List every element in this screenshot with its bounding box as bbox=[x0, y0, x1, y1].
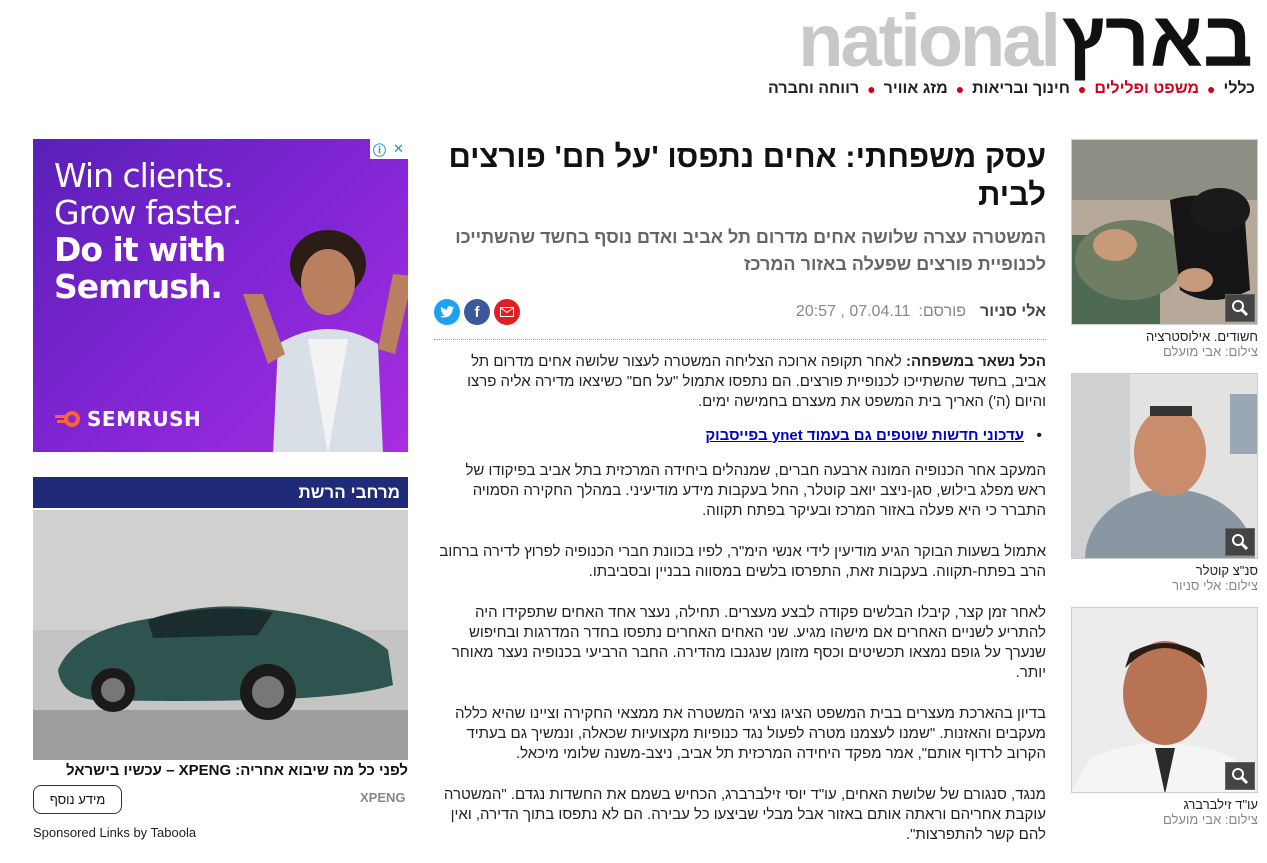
zoom-button[interactable] bbox=[1225, 762, 1255, 790]
nav-item-weather[interactable]: מזג אוויר bbox=[884, 80, 948, 98]
article-subtitle: המשטרה עצרה שלושה אחים מדרום תל אביב ואד… bbox=[455, 227, 1046, 274]
article-divider bbox=[434, 339, 1046, 340]
promo-title[interactable]: לפני כל מה שיבוא אחריה: XPENG – עכשיו בי… bbox=[33, 762, 408, 779]
nav-separator: ● bbox=[1207, 81, 1216, 97]
body-paragraph: בדיון בהארכת מעצרים בבית המשפט הציגו נצי… bbox=[455, 705, 1046, 762]
semrush-ad[interactable]: ⓘ ✕ Win clients. Grow faster. Do it with… bbox=[33, 139, 408, 452]
body-paragraph: מנגד, סנגורם של שלושת האחים, עו"ד יוסי ז… bbox=[443, 786, 1046, 843]
logo-national-text: national bbox=[798, 0, 1061, 82]
ad-line: Semrush. bbox=[54, 267, 223, 306]
magnifier-icon bbox=[1232, 768, 1249, 785]
zoom-button[interactable] bbox=[1225, 528, 1255, 556]
photo-item: סנ"צ קוטלר צילום: אלי סניור bbox=[1071, 373, 1258, 593]
author-name[interactable]: אלי סניור bbox=[980, 303, 1046, 321]
site-logo[interactable]: national בארץ bbox=[798, 0, 1253, 83]
photo-item: עו"ד זילברברג צילום: אבי מועלם bbox=[1071, 607, 1258, 827]
nav-item-law-crime[interactable]: משפט ופלילים bbox=[1094, 80, 1199, 98]
nav-item-welfare-society[interactable]: רווחה וחברה bbox=[768, 80, 859, 98]
ad-info-icon[interactable]: ⓘ bbox=[370, 139, 389, 159]
nav-item-general[interactable]: כללי bbox=[1224, 80, 1256, 98]
lead-paragraph: הכל נשאר במשפחה: לאחר תקופה ארוכה הצליחה… bbox=[434, 352, 1046, 412]
body-paragraph: לאחר זמן קצר, קיבלו הבלשים פקודה לבצע מע… bbox=[451, 604, 1046, 681]
semrush-brand-text: SEMRUSH bbox=[87, 407, 202, 431]
photo-caption: חשודים. אילוסטרציה bbox=[1146, 329, 1258, 344]
published-label: פורסם: bbox=[918, 303, 967, 320]
promo-source: XPENG bbox=[360, 790, 406, 805]
magnifier-icon bbox=[1232, 534, 1249, 551]
photo-kotler[interactable] bbox=[1071, 373, 1258, 559]
byline: אלי סניור פורסם: 07.04.11 , 20:57 f bbox=[434, 297, 1046, 327]
car-image bbox=[33, 510, 408, 760]
more-info-button[interactable]: מידע נוסף bbox=[33, 785, 122, 814]
ad-copy: Win clients. Grow faster. Do it with Sem… bbox=[54, 156, 242, 306]
article-headline: עסק משפחתי: אחים נתפסו 'על חם' פורצים לב… bbox=[448, 139, 1046, 212]
photo-credit: צילום: אבי מועלם bbox=[1162, 812, 1258, 827]
body-paragraph: אתמול בשעות הבוקר הגיע מודיעין לידי אנשי… bbox=[439, 543, 1046, 580]
logo-hebrew-text: בארץ bbox=[1061, 0, 1253, 83]
photo-suspects[interactable] bbox=[1071, 139, 1258, 325]
taboola-sponsored-label[interactable]: Sponsored Links by Taboola bbox=[33, 825, 196, 840]
photo-item: חשודים. אילוסטרציה צילום: אבי מועלם bbox=[1071, 139, 1258, 359]
article-body: הכל נשאר במשפחה: לאחר תקופה ארוכה הצליחה… bbox=[434, 352, 1046, 845]
photo-credit: צילום: אלי סניור bbox=[1172, 578, 1258, 593]
facebook-page-link[interactable]: עדכוני חדשות שוטפים גם בעמוד ynet בפייסב… bbox=[705, 427, 1024, 444]
semrush-logo: SEMRUSH bbox=[55, 407, 201, 431]
xpeng-promo-image[interactable] bbox=[33, 510, 408, 760]
photo-caption: סנ"צ קוטלר bbox=[1195, 563, 1258, 578]
nav-item-education-health[interactable]: חינוך ובריאות bbox=[972, 80, 1070, 98]
ad-choices-badge[interactable]: ⓘ ✕ bbox=[370, 139, 408, 159]
ad-line: Grow faster. bbox=[54, 193, 242, 232]
ad-close-icon[interactable]: ✕ bbox=[389, 139, 408, 159]
photo-column: חשודים. אילוסטרציה צילום: אבי מועלם סנ"צ… bbox=[1071, 139, 1258, 841]
publish-date: 07.04.11 , 20:57 bbox=[795, 303, 911, 320]
zoom-button[interactable] bbox=[1225, 294, 1255, 322]
email-icon[interactable] bbox=[494, 299, 520, 325]
photo-caption: עו"ד זילברברג bbox=[1183, 797, 1258, 812]
publish-day: 07.04.11 bbox=[849, 303, 911, 320]
nav-separator: ● bbox=[955, 81, 965, 97]
facebook-icon[interactable]: f bbox=[464, 299, 490, 325]
magnifier-icon bbox=[1232, 300, 1249, 317]
publish-time: 20:57 bbox=[795, 303, 836, 320]
article: עסק משפחתי: אחים נתפסו 'על חם' פורצים לב… bbox=[434, 138, 1046, 845]
body-paragraph: המעקב אחר הכנופיה המונה ארבעה חברים, שמנ… bbox=[465, 462, 1046, 519]
twitter-icon[interactable] bbox=[434, 299, 460, 325]
photo-credit: צילום: אבי מועלם bbox=[1162, 344, 1258, 359]
section-nav: כללי ● משפט ופלילים ● חינוך ובריאות ● מז… bbox=[768, 80, 1255, 98]
web-section-header: מרחבי הרשת bbox=[33, 477, 408, 508]
semrush-flame-icon bbox=[55, 411, 80, 427]
ad-line: Do it with bbox=[54, 230, 226, 269]
nav-separator: ● bbox=[1077, 81, 1087, 97]
photo-zilberberg[interactable] bbox=[1071, 607, 1258, 793]
ad-line: Win clients. bbox=[54, 156, 234, 195]
nav-separator: ● bbox=[867, 81, 876, 97]
share-buttons: f bbox=[434, 299, 520, 325]
lead-label: הכל נשאר במשפחה: bbox=[905, 353, 1046, 370]
ad-person-image bbox=[243, 230, 408, 452]
facebook-promo-item: עדכוני חדשות שוטפים גם בעמוד ynet בפייסב… bbox=[434, 426, 1046, 446]
